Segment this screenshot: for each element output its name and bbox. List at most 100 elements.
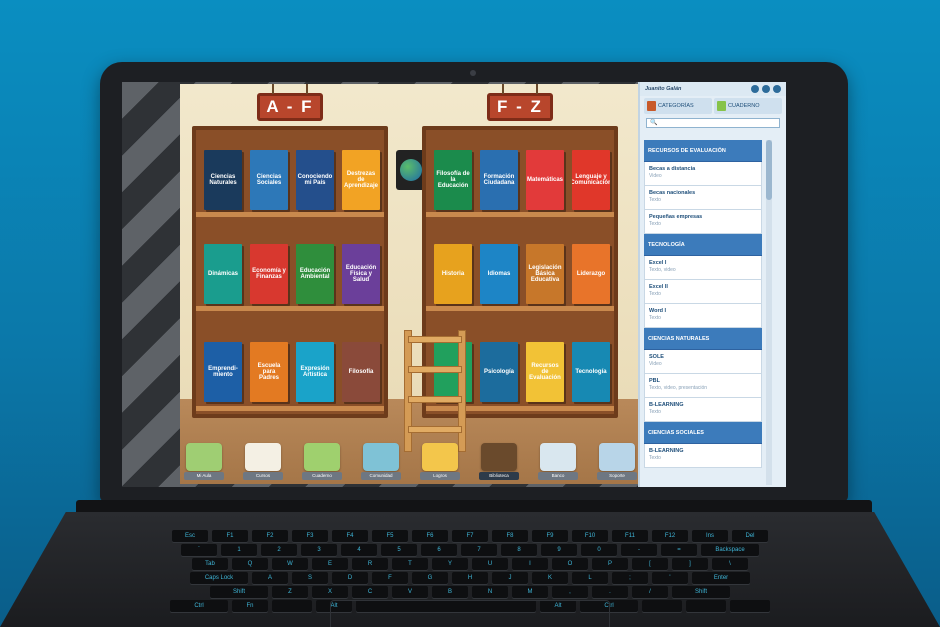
book[interactable]: Escuela para Padres xyxy=(250,342,288,402)
key[interactable]: 3 xyxy=(301,544,337,556)
key[interactable]: Del xyxy=(732,530,768,542)
book[interactable]: Matemáticas xyxy=(526,150,564,210)
dock-item-cuaderno[interactable]: Cuaderno xyxy=(302,443,342,480)
key[interactable]: F9 xyxy=(532,530,568,542)
category-header[interactable]: CIENCIAS NATURALES xyxy=(644,328,762,350)
key[interactable]: D xyxy=(332,572,368,584)
key[interactable]: F2 xyxy=(252,530,288,542)
dock-item-biblioteca[interactable]: Biblioteca xyxy=(479,443,519,480)
book[interactable]: Economía y Finanzas xyxy=(250,244,288,304)
key[interactable]: 0 xyxy=(581,544,617,556)
key[interactable]: Fn xyxy=(232,600,268,612)
key[interactable]: ` xyxy=(181,544,217,556)
key[interactable]: 7 xyxy=(461,544,497,556)
key[interactable]: E xyxy=(312,558,348,570)
help-icon[interactable] xyxy=(762,85,770,93)
key[interactable]: I xyxy=(512,558,548,570)
category-header[interactable]: TECNOLOGÍA xyxy=(644,234,762,256)
category-header[interactable]: RECURSOS DE EVALUACIÓN xyxy=(644,140,762,162)
resource-item[interactable]: B-LEARNING Texto xyxy=(644,398,762,422)
key[interactable]: F7 xyxy=(452,530,488,542)
dock-item-logros[interactable]: Logros xyxy=(420,443,460,480)
key[interactable]: Caps Lock xyxy=(190,572,248,584)
key[interactable]: Shift xyxy=(672,586,730,598)
dock-item-mi-aula[interactable]: Mi Aula xyxy=(184,443,224,480)
category-header[interactable]: CIENCIAS SOCIALES xyxy=(644,422,762,444)
resource-item[interactable]: Word I Texto xyxy=(644,304,762,328)
book[interactable]: Lenguaje y Comunicación xyxy=(572,150,610,210)
key[interactable]: ' xyxy=(652,572,688,584)
book[interactable]: Historia xyxy=(434,244,472,304)
key[interactable]: V xyxy=(392,586,428,598)
book[interactable]: Educación Ambiental xyxy=(296,244,334,304)
book[interactable]: Recursos de Evaluación xyxy=(526,342,564,402)
dock-item-comunidad[interactable]: Comunidad xyxy=(361,443,401,480)
key[interactable]: U xyxy=(472,558,508,570)
key[interactable]: Q xyxy=(232,558,268,570)
key[interactable]: ] xyxy=(672,558,708,570)
resource-item[interactable]: Becas a distancia Video xyxy=(644,162,762,186)
tab-cuaderno[interactable]: CUADERNO xyxy=(714,98,782,114)
key[interactable]: F3 xyxy=(292,530,328,542)
key[interactable]: - xyxy=(621,544,657,556)
key[interactable]: [ xyxy=(632,558,668,570)
key[interactable]: , xyxy=(552,586,588,598)
scrollbar-thumb[interactable] xyxy=(766,140,772,200)
book[interactable]: Ciencias Sociales xyxy=(250,150,288,210)
key[interactable]: F xyxy=(372,572,408,584)
book[interactable]: Conociendo mi País xyxy=(296,150,334,210)
key[interactable]: C xyxy=(352,586,388,598)
key[interactable]: J xyxy=(492,572,528,584)
resource-item[interactable]: PBL Texto, video, presentación xyxy=(644,374,762,398)
key[interactable]: Enter xyxy=(692,572,750,584)
key[interactable]: . xyxy=(592,586,628,598)
key[interactable]: F8 xyxy=(492,530,528,542)
key[interactable]: T xyxy=(392,558,428,570)
dock-item-cursos[interactable]: Cursos xyxy=(243,443,283,480)
key[interactable]: 1 xyxy=(221,544,257,556)
key[interactable]: 4 xyxy=(341,544,377,556)
key[interactable]: Shift xyxy=(210,586,268,598)
key[interactable]: N xyxy=(472,586,508,598)
key[interactable]: = xyxy=(661,544,697,556)
book[interactable]: Dinámicas xyxy=(204,244,242,304)
resource-item[interactable]: B-LEARNING Texto xyxy=(644,444,762,468)
resource-item[interactable]: Becas nacionales Texto xyxy=(644,186,762,210)
key[interactable]: L xyxy=(572,572,608,584)
key[interactable]: Backspace xyxy=(701,544,759,556)
book[interactable]: Psicología xyxy=(480,342,518,402)
key[interactable]: F6 xyxy=(412,530,448,542)
key[interactable]: Ctrl xyxy=(170,600,228,612)
book[interactable]: Ciencias Naturales xyxy=(204,150,242,210)
dock-item-soporte[interactable]: Soporte xyxy=(597,443,637,480)
book[interactable]: Legislación Básica Educativa xyxy=(526,244,564,304)
resource-item[interactable]: Excel I Texto, video xyxy=(644,256,762,280)
key[interactable]: O xyxy=(552,558,588,570)
book[interactable]: Emprendi- miento xyxy=(204,342,242,402)
key[interactable]: 6 xyxy=(421,544,457,556)
key[interactable] xyxy=(642,600,682,612)
key[interactable]: \ xyxy=(712,558,748,570)
key[interactable]: Esc xyxy=(172,530,208,542)
dock-item-banco[interactable]: Banco xyxy=(538,443,578,480)
key[interactable]: P xyxy=(592,558,628,570)
key[interactable]: G xyxy=(412,572,448,584)
key[interactable] xyxy=(730,600,770,612)
key[interactable]: ; xyxy=(612,572,648,584)
resource-item[interactable]: Excel II Texto xyxy=(644,280,762,304)
key[interactable]: F11 xyxy=(612,530,648,542)
key[interactable]: 2 xyxy=(261,544,297,556)
key[interactable]: Y xyxy=(432,558,468,570)
minimize-icon[interactable] xyxy=(751,85,759,93)
book[interactable]: Destrezas de Aprendizaje xyxy=(342,150,380,210)
book[interactable]: Filosofía xyxy=(342,342,380,402)
key[interactable]: X xyxy=(312,586,348,598)
key[interactable]: R xyxy=(352,558,388,570)
key[interactable]: 5 xyxy=(381,544,417,556)
book[interactable]: Filosofía de la Educación xyxy=(434,150,472,210)
book[interactable]: Formación Ciudadana xyxy=(480,150,518,210)
key[interactable]: Tab xyxy=(192,558,228,570)
key[interactable]: F12 xyxy=(652,530,688,542)
key[interactable]: F5 xyxy=(372,530,408,542)
key[interactable] xyxy=(272,600,312,612)
